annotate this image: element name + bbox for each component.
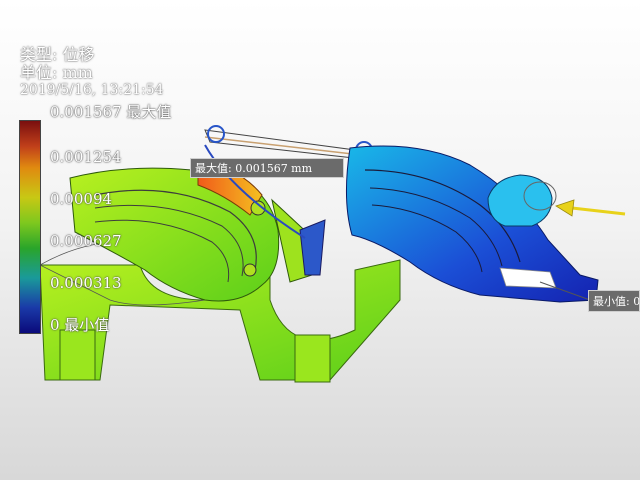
color-legend-bar (19, 120, 41, 334)
legend-max-label: 0.001567 最大值 (50, 103, 172, 121)
load-arrow-icon[interactable] (555, 199, 626, 217)
result-timestamp: 2019/5/16, 13:21:54 (20, 82, 164, 98)
legend-tick-label: 0.000313 (50, 274, 122, 292)
clamp-pad[interactable] (487, 174, 557, 227)
min-value-probe[interactable]: 最小值: 0 mm (588, 290, 640, 312)
max-value-probe[interactable]: 最大值: 0.001567 mm (190, 158, 344, 178)
legend-tick-label: 0.001254 (50, 148, 122, 166)
legend-tick-label: 0.00094 (50, 190, 113, 208)
result-unit-label: 单位: mm (20, 63, 93, 82)
legend-min-label: 0 最小值 (50, 316, 110, 334)
legend-tick-label: 0.000627 (50, 232, 122, 250)
